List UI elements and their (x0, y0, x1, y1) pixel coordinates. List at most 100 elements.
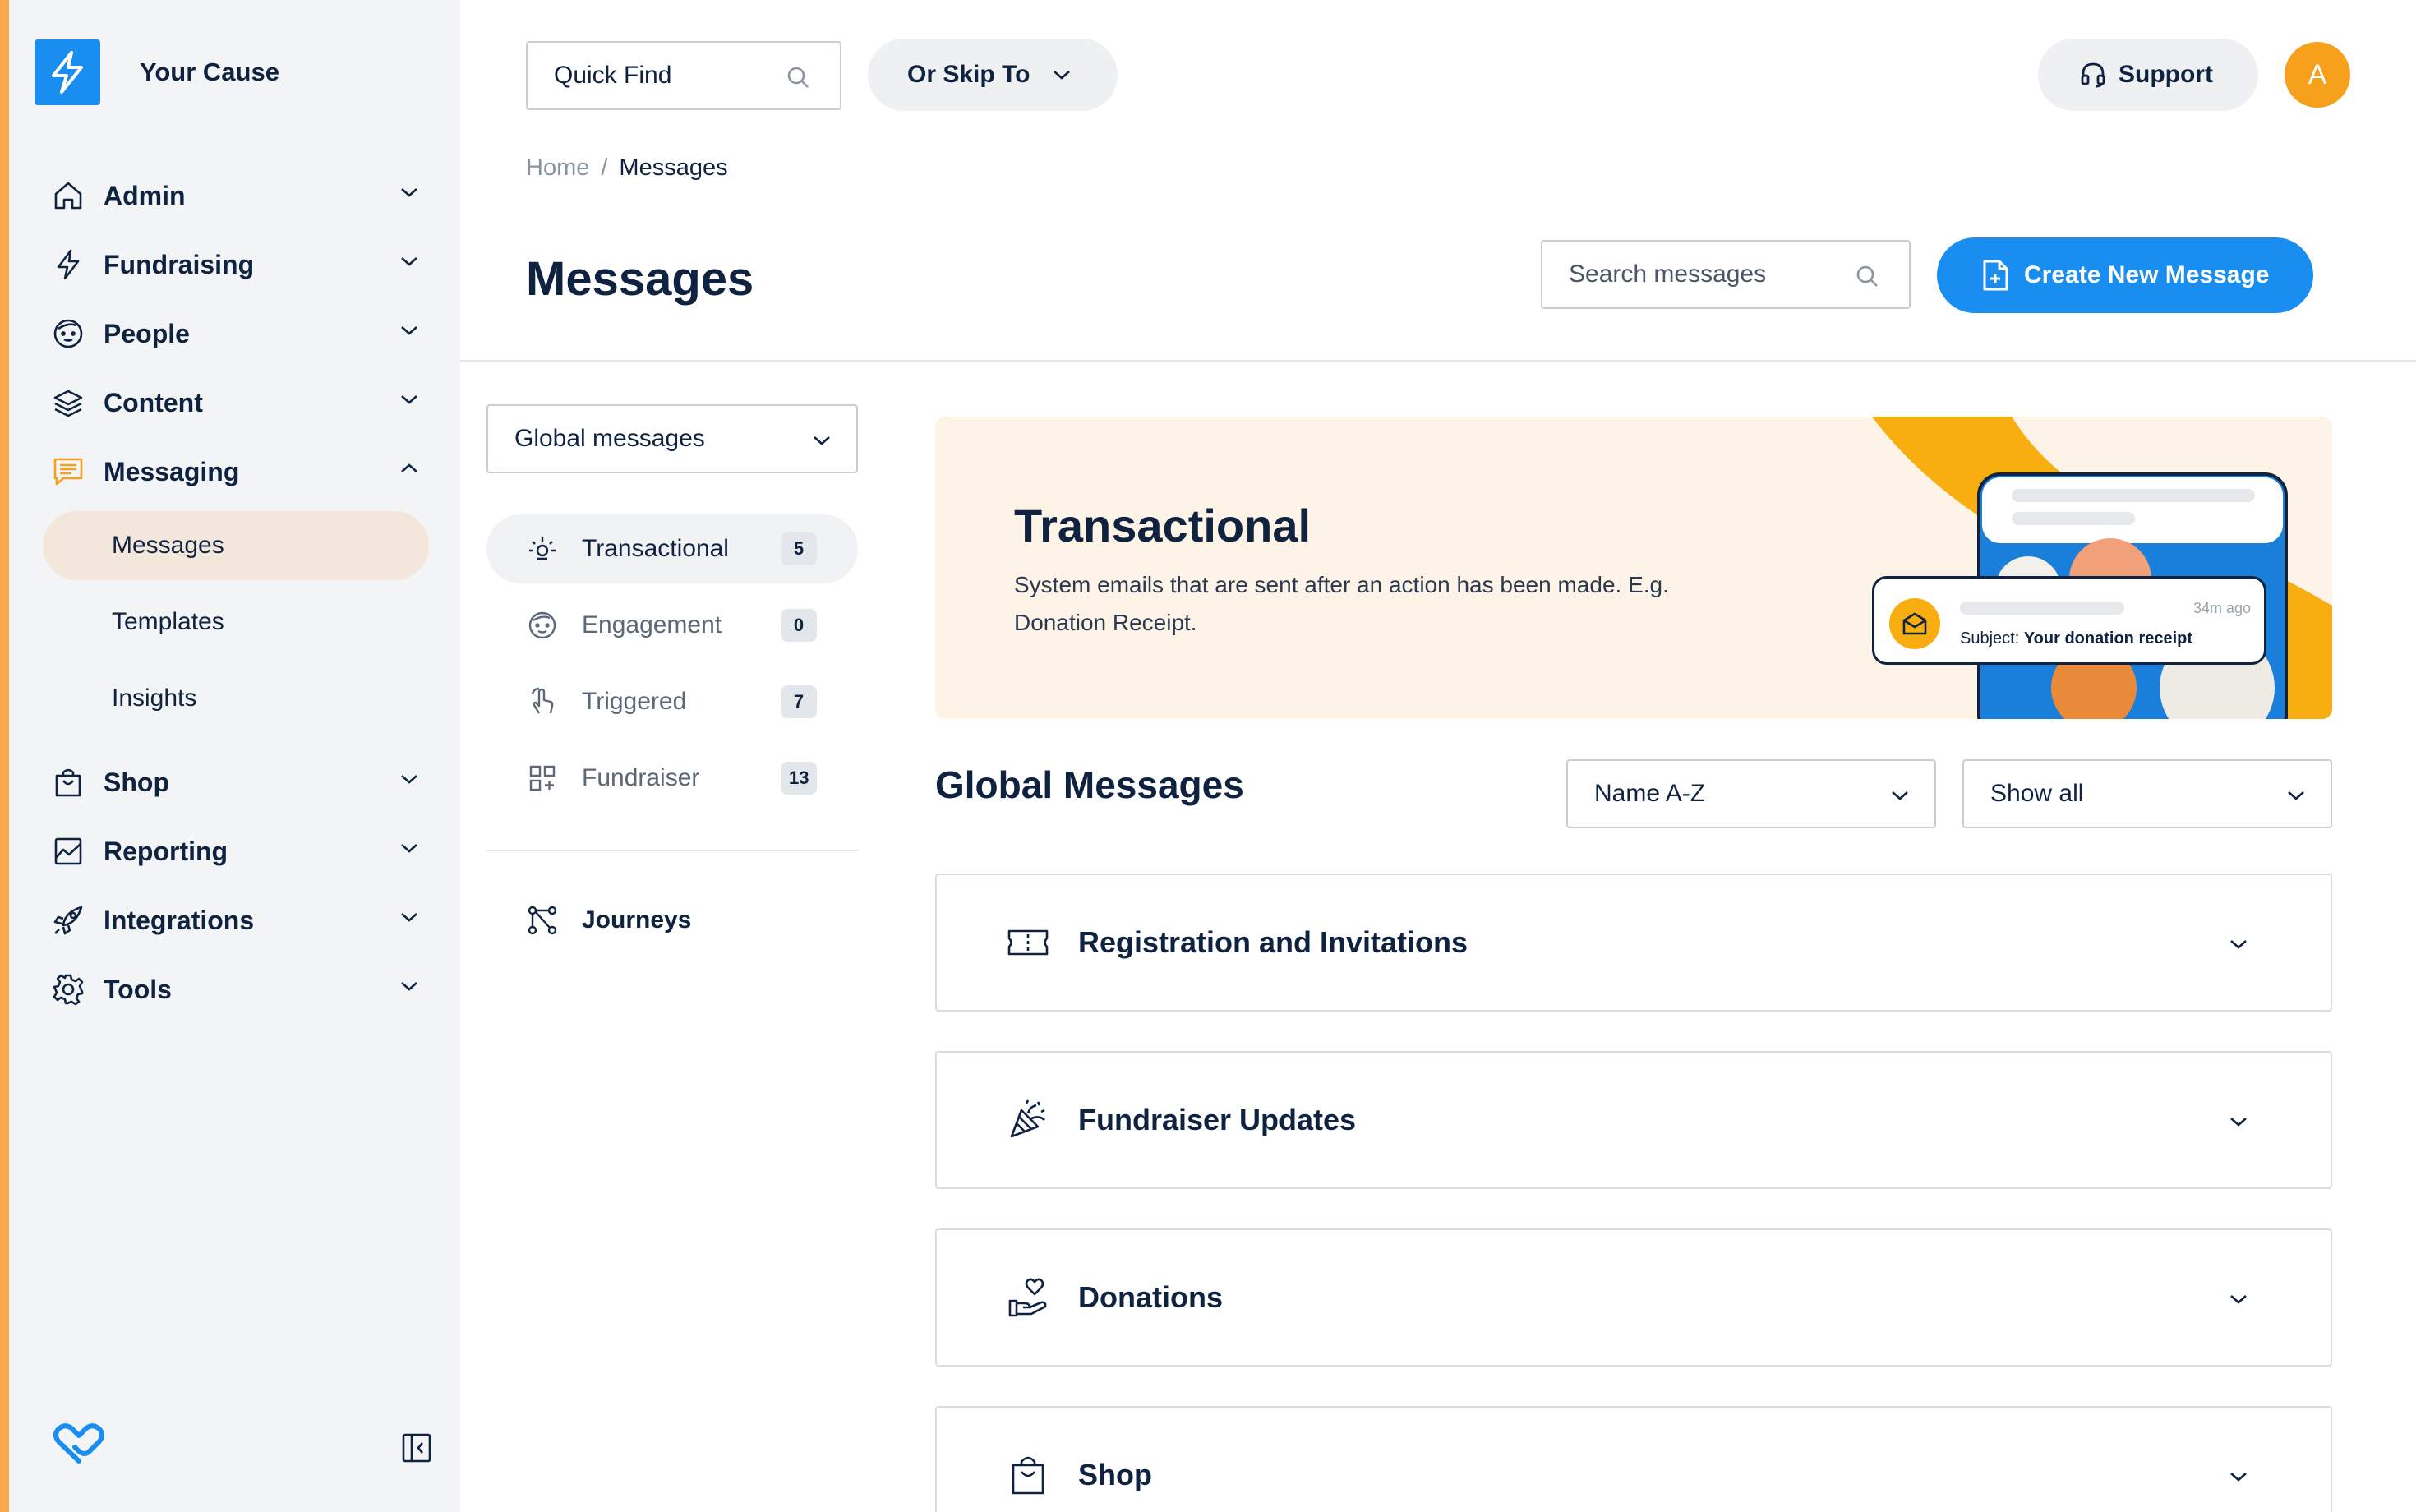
header: Quick Find Or Skip To Support A Home / Mes… (460, 0, 2416, 362)
sidebar-subitem-messages[interactable]: Messages (43, 511, 429, 580)
notification-card: 34m ago Subject: Your donation receipt (1872, 576, 2266, 665)
sidebar-item-people[interactable]: People (35, 299, 429, 368)
banner-illustration (1757, 417, 2332, 719)
chevron-down-icon (812, 434, 832, 447)
gear-icon (51, 972, 85, 1007)
banner-title: Transactional (1014, 500, 1312, 551)
notification-subject: Subject: Your donation receipt (1960, 629, 2192, 648)
create-new-message-label: Create New Message (2024, 261, 2270, 288)
sidebar-item-fundraising[interactable]: Fundraising (35, 230, 429, 299)
count-badge: 5 (781, 532, 817, 565)
filter-select[interactable]: Show all (1962, 759, 2332, 828)
category-label: Fundraiser (582, 764, 700, 791)
headset-icon (2079, 61, 2107, 89)
journeys-link[interactable]: Journeys (526, 904, 691, 937)
chevron-down-icon (2229, 1115, 2248, 1128)
chevron-down-icon (399, 186, 419, 199)
skip-to-dropdown[interactable]: Or Skip To (868, 39, 1118, 111)
count-badge: 0 (781, 609, 817, 642)
support-button[interactable]: Support (2038, 39, 2258, 111)
category-triggered[interactable]: Triggered 7 (486, 667, 858, 736)
chevron-up-icon (399, 462, 419, 475)
home-icon (51, 178, 85, 213)
sparkle-icon (526, 532, 559, 565)
scope-select-value: Global messages (514, 425, 705, 452)
breadcrumb: Home / Messages (526, 154, 728, 182)
count-badge: 7 (781, 685, 817, 718)
skip-to-label: Or Skip To (907, 61, 1030, 88)
sidebar-item-label: Shop (104, 767, 169, 797)
lightning-icon (51, 247, 85, 282)
accordion-label: Shop (1078, 1458, 1152, 1491)
search-icon (1855, 264, 1879, 288)
support-label: Support (2119, 61, 2213, 88)
sidebar-item-messaging[interactable]: Messaging (35, 437, 429, 506)
subject-label: Subject: (1960, 629, 2020, 648)
sidebar-subitem-insights[interactable]: Insights (35, 660, 429, 736)
face-icon (51, 316, 85, 351)
sidebar-item-content[interactable]: Content (35, 368, 429, 437)
grid-icon (526, 762, 559, 795)
accordion-label: Donations (1078, 1280, 1223, 1314)
sidebar-item-label: Admin (104, 180, 186, 210)
count-badge: 13 (781, 762, 818, 795)
chevron-down-icon (399, 910, 419, 924)
party-popper-icon (1006, 1098, 1050, 1142)
chevron-down-icon (1890, 789, 1910, 802)
chevron-down-icon (2229, 938, 2248, 951)
collapse-sidebar-icon[interactable] (400, 1431, 433, 1464)
category-fundraiser[interactable]: Fundraiser 13 (486, 744, 858, 813)
face-icon (526, 609, 559, 642)
global-messages-title: Global Messages (935, 763, 1244, 806)
sidebar-item-shop[interactable]: Shop (35, 748, 429, 817)
layers-icon (51, 385, 85, 420)
sidebar-item-label: Integrations (104, 905, 255, 935)
brand[interactable]: Your Cause (35, 39, 279, 105)
pointer-icon (526, 685, 559, 718)
breadcrumb-separator: / (601, 154, 608, 181)
chevron-down-icon (1052, 68, 1072, 81)
quick-find-input[interactable]: Quick Find (526, 41, 841, 110)
category-transactional[interactable]: Transactional 5 (486, 514, 858, 583)
category-engagement[interactable]: Engagement 0 (486, 591, 858, 660)
chevron-down-icon (2286, 789, 2306, 802)
accordion-label: Registration and Invitations (1078, 925, 1469, 959)
accordion-fundraiser-updates[interactable]: Fundraiser Updates (935, 1051, 2332, 1189)
heart-hand-icon (1006, 1275, 1050, 1320)
avatar[interactable]: A (2285, 42, 2350, 108)
sidebar-subitem-templates[interactable]: Templates (35, 583, 429, 660)
accordion-donations[interactable]: Donations (935, 1228, 2332, 1367)
sidebar-item-label: People (104, 318, 190, 348)
chevron-down-icon (399, 255, 419, 268)
category-label: Engagement (582, 611, 722, 638)
journey-flow-icon (526, 904, 559, 937)
accordion-registration-and-invitations[interactable]: Registration and Invitations (935, 874, 2332, 1012)
chevron-down-icon (399, 980, 419, 993)
sidebar: Your Cause Admin Fundraising People Cont… (0, 0, 460, 1512)
quick-find-label: Quick Find (554, 62, 672, 89)
search-icon (786, 65, 810, 90)
breadcrumb-home[interactable]: Home (526, 154, 589, 181)
sidebar-nav: Admin Fundraising People Content Messagi… (35, 161, 429, 1024)
sidebar-item-admin[interactable]: Admin (35, 161, 429, 230)
sidebar-item-tools[interactable]: Tools (35, 955, 429, 1024)
accordion-shop[interactable]: Shop (935, 1406, 2332, 1512)
sort-select[interactable]: Name A-Z (1566, 759, 1936, 828)
accordion-label: Fundraiser Updates (1078, 1103, 1357, 1136)
breadcrumb-current: Messages (619, 154, 728, 181)
heart-logo-icon[interactable] (52, 1422, 106, 1466)
banner-description: System emails that are sent after an act… (1014, 572, 1669, 635)
chat-icon (51, 454, 85, 489)
sidebar-item-reporting[interactable]: Reporting (35, 817, 429, 886)
create-new-message-button[interactable]: Create New Message (1937, 237, 2313, 313)
journeys-label: Journeys (582, 906, 692, 933)
rocket-icon (51, 903, 85, 938)
search-messages-input[interactable]: Search messages (1541, 240, 1911, 309)
mail-icon (1889, 598, 1940, 649)
shopping-bag-icon (51, 765, 85, 800)
search-messages-placeholder: Search messages (1569, 260, 1767, 288)
scope-select[interactable]: Global messages (486, 404, 858, 473)
chevron-down-icon (399, 393, 419, 406)
sidebar-item-integrations[interactable]: Integrations (35, 886, 429, 955)
sidebar-item-label: Fundraising (104, 249, 255, 279)
